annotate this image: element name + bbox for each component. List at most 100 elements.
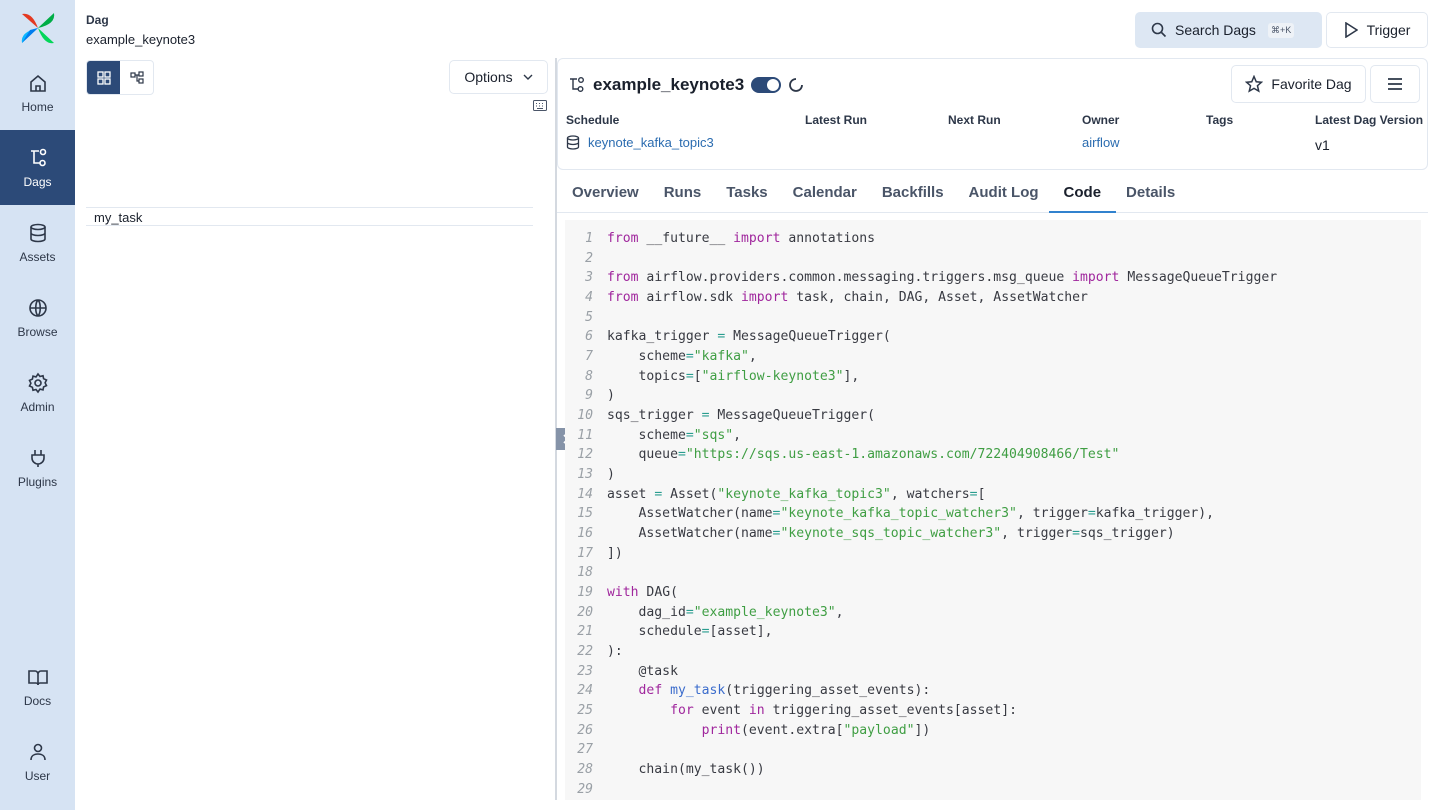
code-token: , trigger	[1001, 526, 1073, 542]
line-number: 19	[577, 585, 593, 601]
code-token: )	[607, 388, 615, 404]
sidebar-item-admin[interactable]: Admin	[0, 355, 75, 430]
sidebar-item-user[interactable]: User	[0, 724, 75, 799]
sidebar-item-assets[interactable]: Assets	[0, 205, 75, 280]
code-line: 4 from airflow.sdk import task, chain, DA…	[565, 288, 1421, 308]
tab-overview[interactable]: Overview	[572, 175, 639, 213]
sidebar-item-docs[interactable]: Docs	[0, 649, 75, 724]
version-value: v1	[1315, 137, 1330, 153]
line-number: 29	[577, 781, 593, 797]
code-token: =	[701, 408, 710, 424]
dag-header-card: example_keynote3 Favorite Dag Schedule L…	[557, 58, 1428, 170]
sidebar-item-dags[interactable]: Dags	[0, 130, 75, 205]
code-token: dag_id	[607, 604, 686, 620]
sidebar-item-browse[interactable]: Browse	[0, 280, 75, 355]
code-line: 26 print (event.extra["payload"])	[565, 721, 1421, 741]
schedule-asset-link[interactable]: keynote_kafka_topic3	[588, 135, 714, 150]
code-line: 19 with DAG(	[565, 583, 1421, 603]
code-token: from	[607, 231, 639, 246]
tab-code[interactable]: Code	[1048, 175, 1117, 213]
sidebar-item-label: Home	[21, 99, 54, 114]
code-token: MessageQueueTrigger(	[725, 329, 891, 345]
code-line: 25 for event in triggering_asset_events[…	[565, 701, 1421, 721]
code-token: ,	[733, 427, 742, 443]
sidebar-item-label: Assets	[19, 249, 56, 264]
line-number: 9	[585, 388, 593, 404]
breadcrumb-dag[interactable]: example_keynote3	[86, 32, 195, 47]
code-token: "keynote_sqs_topic_watcher3"	[780, 526, 1002, 542]
code-token: , trigger	[1016, 506, 1088, 522]
sidebar-item-label: Plugins	[17, 474, 58, 489]
tab-details[interactable]: Details	[1126, 175, 1175, 213]
code-token: =	[1087, 506, 1096, 522]
options-label: Options	[464, 69, 513, 85]
tab-calendar[interactable]: Calendar	[793, 175, 857, 213]
airflow-logo[interactable]	[18, 10, 58, 46]
sidebar-item-label: Docs	[23, 693, 52, 708]
globe-icon	[28, 298, 47, 317]
code-token: import	[1072, 270, 1120, 286]
line-number: 24	[577, 683, 593, 699]
owner-link[interactable]: airflow	[1082, 135, 1120, 150]
tab-backfills[interactable]: Backfills	[882, 175, 944, 213]
code-token: event	[693, 703, 749, 719]
code-token: =	[654, 486, 663, 502]
graph-view-button[interactable]	[120, 61, 153, 94]
keyboard-icon[interactable]	[533, 100, 547, 111]
graph-icon	[129, 70, 144, 84]
tab-tasks[interactable]: Tasks	[726, 175, 767, 213]
code-token: (triggering_asset_events):	[725, 683, 931, 699]
star-icon	[1245, 75, 1264, 93]
user-icon	[29, 743, 46, 760]
code-token: AssetWatcher(name	[607, 526, 773, 542]
line-number: 16	[577, 526, 593, 542]
line-number: 17	[577, 545, 593, 561]
menu-button[interactable]	[1370, 65, 1420, 103]
tab-audit-log[interactable]: Audit Log	[969, 175, 1039, 213]
tags-label: Tags	[1206, 113, 1234, 127]
options-button[interactable]: Options	[449, 60, 548, 94]
trigger-button[interactable]: Trigger	[1326, 12, 1428, 48]
code-token: [asset],	[709, 624, 773, 640]
code-line: 6 kafka_trigger = MessageQueueTrigger(	[565, 327, 1421, 347]
line-number: 14	[577, 486, 593, 502]
line-number: 23	[577, 663, 593, 679]
line-number: 7	[585, 349, 593, 365]
code-viewer[interactable]: 1 from __future__ import annotations 2 3 fro…	[565, 220, 1421, 800]
code-line: 1 from __future__ import annotations	[565, 229, 1421, 249]
code-line: 14 asset = Asset("keynote_kafka_topic3", …	[565, 485, 1421, 505]
code-line: 9)	[565, 386, 1421, 406]
code-token: Asset(	[662, 486, 718, 502]
sidebar-item-plugins[interactable]: Plugins	[0, 430, 75, 505]
code-line: 11 scheme = "sqs",	[565, 426, 1421, 446]
code-token: "payload"	[843, 722, 915, 738]
code-token: sqs_trigger)	[1080, 526, 1175, 542]
code-line: 20 dag_id = "example_keynote3",	[565, 603, 1421, 623]
code-line: 12 queue = "https://sqs.us-east-1.amazonaw…	[565, 445, 1421, 465]
code-token: in	[748, 703, 765, 719]
code-token: )	[607, 467, 615, 483]
line-number: 6	[585, 329, 593, 345]
code-token: __future__	[638, 231, 734, 246]
code-line: 15 AssetWatcher(name = "keynote_kafka_topi…	[565, 504, 1421, 524]
favorite-dag-button[interactable]: Favorite Dag	[1231, 65, 1366, 103]
view-toggle	[86, 60, 154, 95]
task-row[interactable]: my_task	[86, 207, 533, 226]
line-number: 28	[577, 762, 593, 778]
grid-view-button[interactable]	[87, 61, 120, 94]
plug-icon	[30, 449, 45, 467]
owner-label: Owner	[1082, 113, 1120, 127]
tab-runs[interactable]: Runs	[664, 175, 702, 213]
search-icon	[1151, 22, 1167, 38]
line-number: 10	[577, 408, 593, 424]
line-number: 3	[585, 270, 593, 286]
code-line: 28 chain(my_task())	[565, 760, 1421, 780]
code-line: 23 @task	[565, 662, 1421, 682]
code-token: my_task	[670, 683, 726, 699]
line-number: 25	[577, 703, 593, 719]
search-dags-button[interactable]: Search Dags ⌘+K	[1135, 12, 1322, 48]
dag-pause-toggle[interactable]	[751, 77, 782, 93]
schedule-label: Schedule	[566, 113, 620, 127]
sidebar-item-home[interactable]: Home	[0, 55, 75, 130]
code-token: airflow.providers.common.messaging.trigg…	[638, 270, 1073, 286]
